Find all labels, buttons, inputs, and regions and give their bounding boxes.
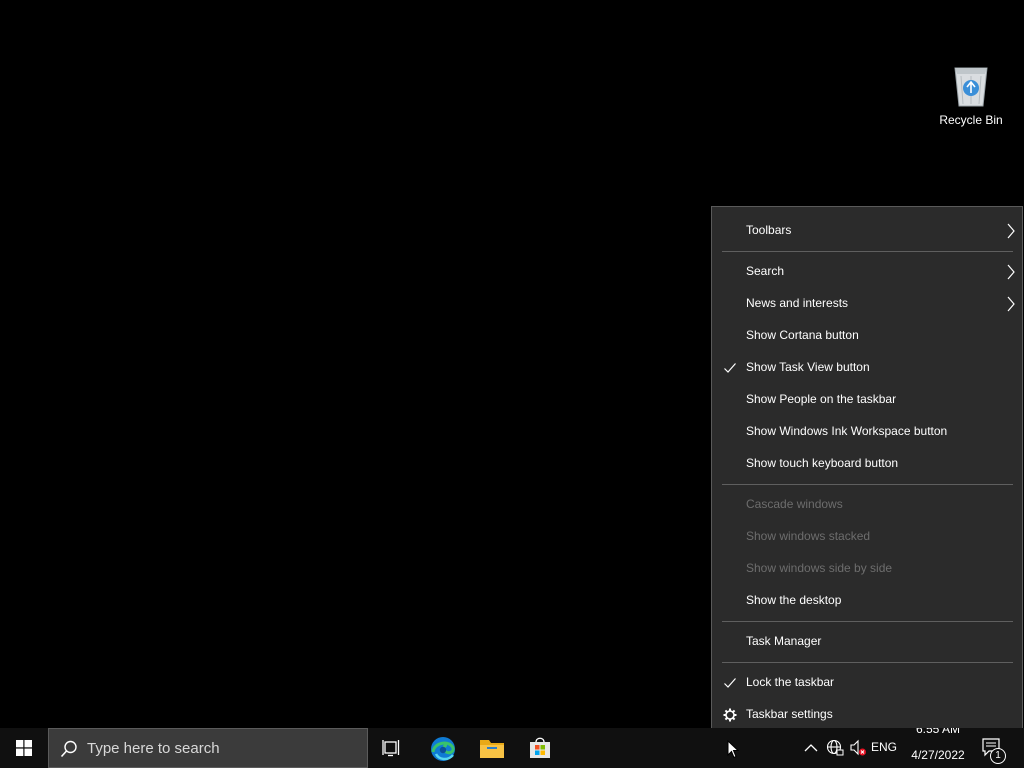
action-center-button[interactable]: 1 — [978, 728, 1024, 768]
taskbar[interactable]: ENG 6:55 AM 4/27/2022 1 — [0, 728, 1024, 768]
menu-item-show-windows-side-by-side: Show windows side by side — [712, 553, 1022, 585]
menu-item-label: Task Manager — [746, 634, 822, 648]
menu-item-show-cortana-button[interactable]: Show Cortana button — [712, 320, 1022, 352]
menu-item-label: Cascade windows — [746, 497, 843, 511]
menu-item-show-task-view-button[interactable]: Show Task View button — [712, 352, 1022, 384]
menu-item-label: Toolbars — [746, 223, 792, 237]
clock-date: 4/27/2022 — [911, 748, 965, 762]
edge-icon — [431, 737, 455, 761]
windows-logo-icon — [16, 740, 32, 756]
menu-item-show-the-desktop[interactable]: Show the desktop — [712, 585, 1022, 617]
menu-separator — [722, 621, 1013, 622]
task-view-icon — [382, 740, 400, 757]
menu-item-toolbars[interactable]: Toolbars — [712, 215, 1022, 247]
mouse-cursor-icon — [727, 740, 739, 759]
volume-muted-icon[interactable] — [849, 739, 867, 757]
gear-icon — [723, 708, 737, 722]
menu-item-lock-the-taskbar[interactable]: Lock the taskbar — [712, 667, 1022, 699]
menu-item-show-touch-keyboard[interactable]: Show touch keyboard button — [712, 448, 1022, 480]
menu-item-show-people[interactable]: Show People on the taskbar — [712, 384, 1022, 416]
task-view-button[interactable] — [368, 728, 416, 768]
store-taskbar-button[interactable] — [516, 728, 564, 768]
menu-item-show-windows-stacked: Show windows stacked — [712, 521, 1022, 553]
checkmark-icon — [724, 678, 736, 688]
menu-item-label: Taskbar settings — [746, 707, 833, 721]
menu-item-label: News and interests — [746, 296, 849, 310]
menu-separator — [722, 662, 1013, 663]
menu-item-taskbar-settings[interactable]: Taskbar settings — [712, 699, 1022, 731]
menu-item-news-and-interests[interactable]: News and interests — [712, 288, 1022, 320]
menu-item-label: Show windows stacked — [746, 529, 871, 543]
chevron-right-icon — [1007, 296, 1015, 312]
taskbar-search-box[interactable] — [48, 728, 368, 768]
menu-item-label: Show touch keyboard button — [746, 456, 899, 470]
checkmark-icon — [724, 363, 736, 373]
recycle-bin-shortcut[interactable]: Recycle Bin — [935, 62, 1007, 132]
search-input[interactable] — [87, 737, 357, 759]
menu-item-label: Lock the taskbar — [746, 675, 835, 689]
menu-item-task-manager[interactable]: Task Manager — [712, 626, 1022, 658]
recycle-bin-icon — [954, 67, 988, 107]
chevron-up-icon[interactable] — [804, 743, 818, 753]
file-explorer-taskbar-button[interactable] — [467, 728, 515, 768]
menu-separator — [722, 484, 1013, 485]
menu-item-label: Search — [746, 264, 785, 278]
menu-item-label: Show windows side by side — [746, 561, 893, 575]
menu-item-search[interactable]: Search — [712, 256, 1022, 288]
search-icon — [60, 740, 77, 758]
menu-separator — [722, 251, 1013, 252]
desktop[interactable]: Recycle Bin Toolbars Search News and int… — [0, 0, 1024, 739]
edge-taskbar-button[interactable] — [418, 728, 466, 768]
network-globe-icon[interactable] — [826, 739, 844, 757]
menu-item-cascade-windows: Cascade windows — [712, 489, 1022, 521]
menu-item-label: Show Cortana button — [746, 328, 859, 342]
menu-item-label: Show Task View button — [746, 360, 870, 374]
clock-time: 6:55 AM — [915, 728, 961, 736]
taskbar-clock[interactable]: 6:55 AM 4/27/2022 — [905, 728, 971, 768]
menu-item-label: Show the desktop — [746, 593, 842, 607]
chevron-right-icon — [1007, 223, 1015, 239]
start-button[interactable] — [0, 728, 48, 768]
recycle-bin-label: Recycle Bin — [939, 113, 1003, 127]
store-icon — [530, 737, 550, 758]
chevron-right-icon — [1007, 264, 1015, 280]
menu-item-label: Show Windows Ink Workspace button — [746, 424, 948, 438]
taskbar-context-menu: Toolbars Search News and interests Show … — [711, 206, 1023, 739]
menu-item-label: Show People on the taskbar — [746, 392, 897, 406]
file-explorer-icon — [480, 740, 504, 758]
notification-count-badge: 1 — [990, 748, 1006, 764]
menu-item-show-windows-ink[interactable]: Show Windows Ink Workspace button — [712, 416, 1022, 448]
input-language-indicator[interactable]: ENG — [871, 740, 897, 754]
